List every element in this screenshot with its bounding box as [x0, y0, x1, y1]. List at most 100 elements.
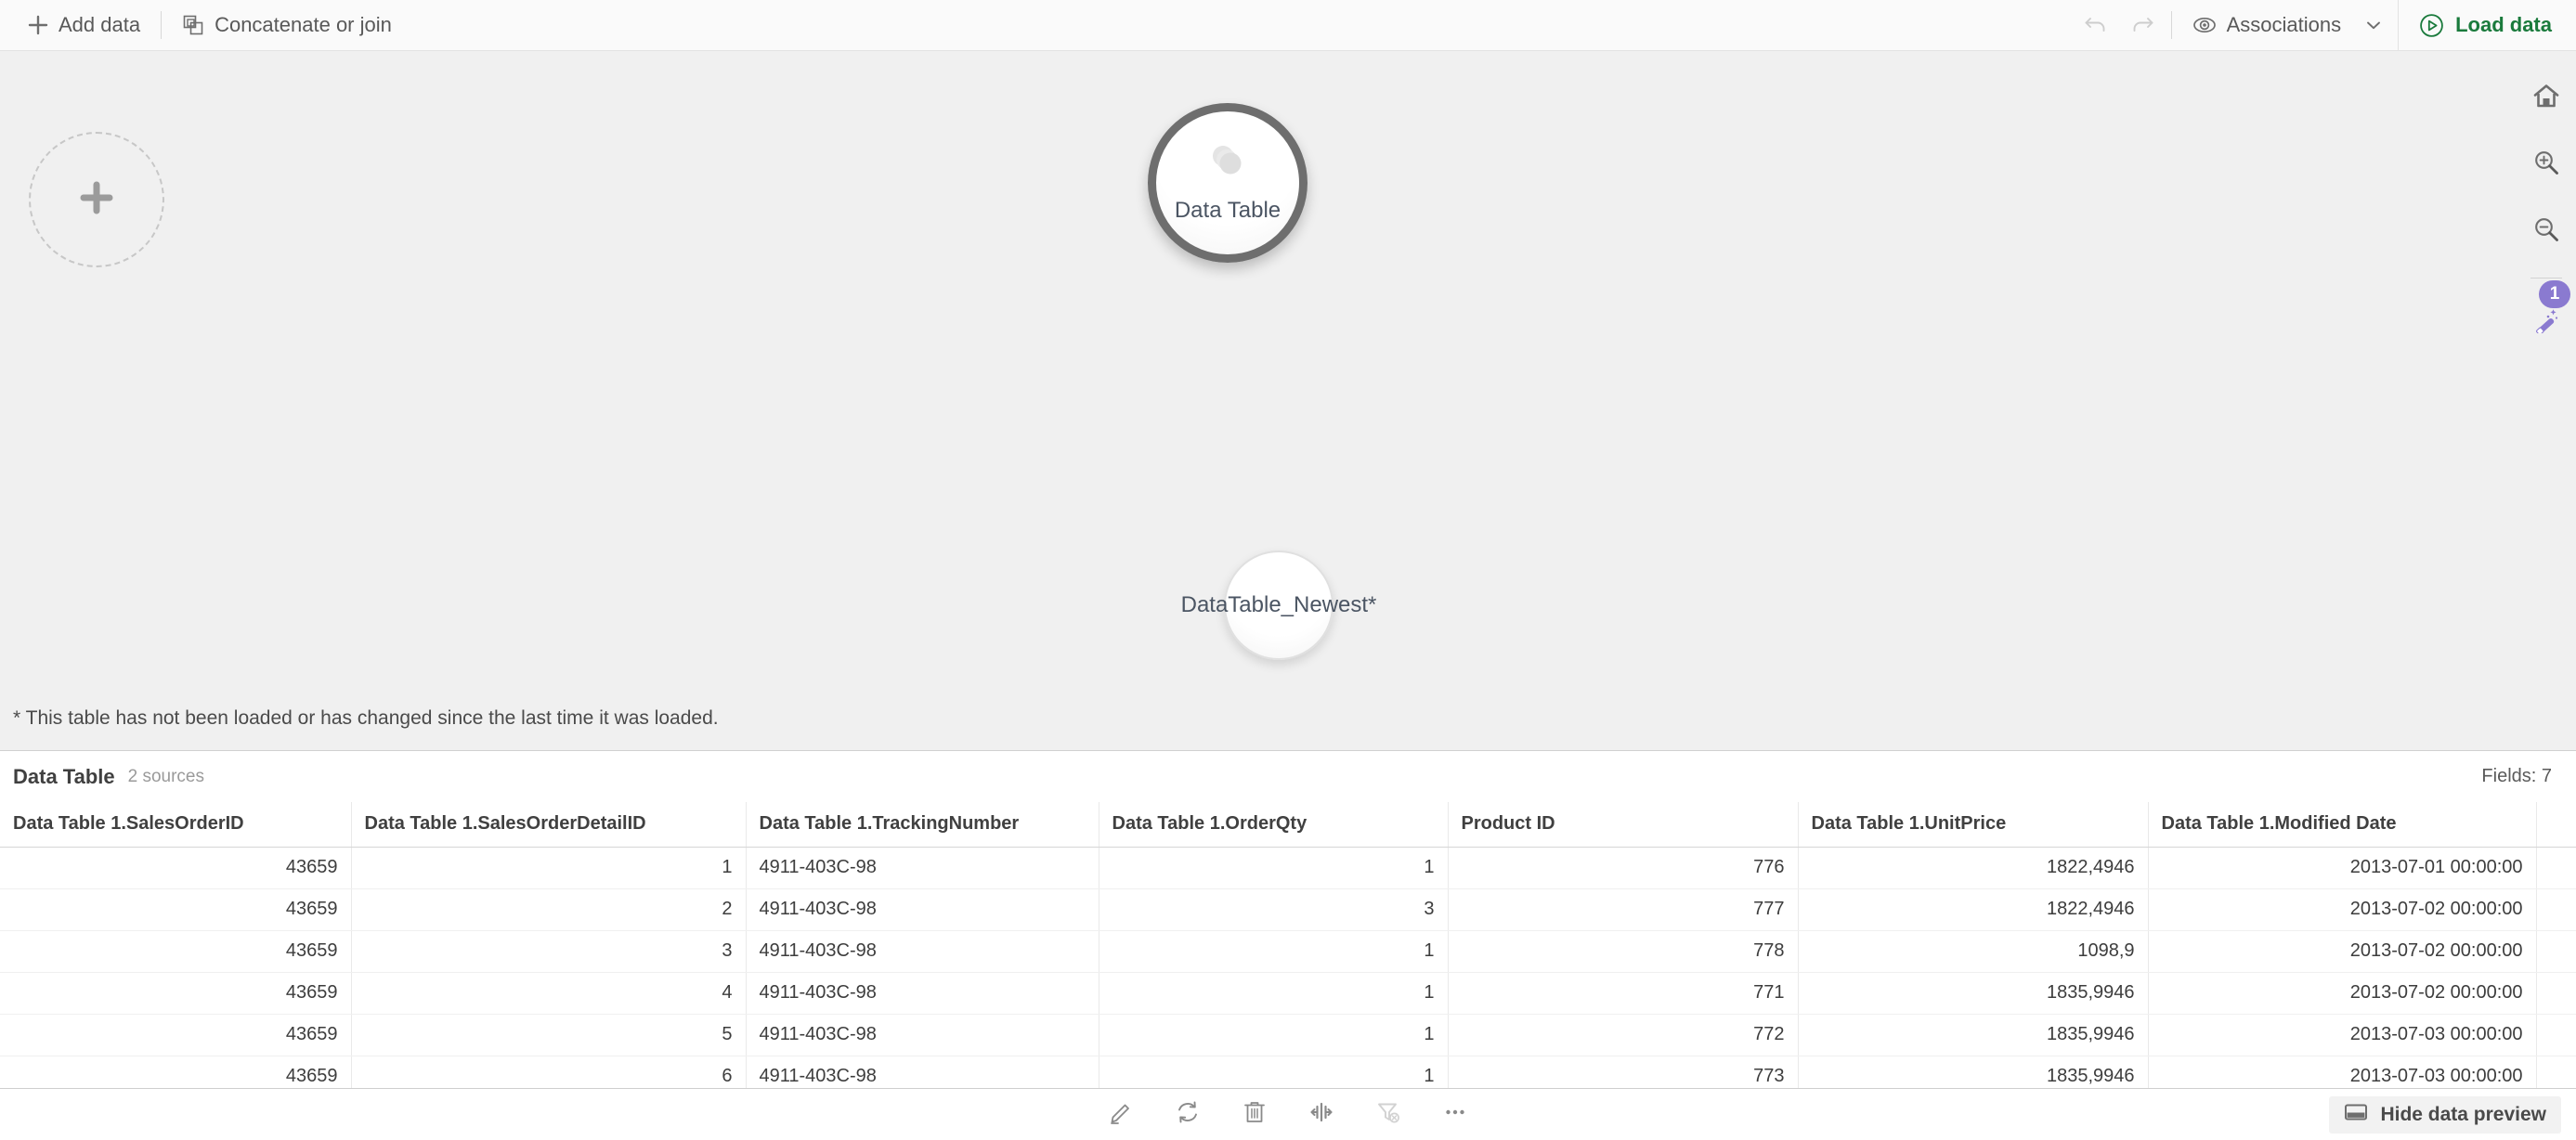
- cell-productid: 776: [1448, 847, 1799, 889]
- cell-orderqty: 1: [1099, 847, 1449, 889]
- cell-salesorderid: 43659: [0, 888, 352, 931]
- cell-modifieddate: 2013-07-02 00:00:00: [2148, 930, 2537, 973]
- delete-button[interactable]: [1233, 1094, 1276, 1136]
- cell-salesorderdetailid: 6: [351, 1056, 747, 1088]
- column-header-salesorderid[interactable]: Data Table 1.SalesOrderID: [0, 802, 352, 848]
- refresh-button[interactable]: [1166, 1094, 1209, 1136]
- cell-productid: 773: [1448, 1056, 1799, 1088]
- cell-trackingnumber: 4911-403C-98: [746, 1056, 1099, 1088]
- plus-icon: [28, 15, 48, 35]
- trash-icon: [1241, 1098, 1268, 1131]
- preview-sources-count: 2 sources: [127, 766, 204, 786]
- cell-empty: [2536, 1056, 2576, 1088]
- zoom-in-icon: [2532, 149, 2560, 181]
- home-button[interactable]: [2524, 75, 2569, 120]
- cell-orderqty: 1: [1099, 930, 1449, 973]
- cell-salesorderid: 43659: [0, 847, 352, 889]
- table-row[interactable]: 43659 5 4911-403C-98 1 772 1835,9946 201…: [0, 1014, 2576, 1056]
- cell-modifieddate: 2013-07-02 00:00:00: [2148, 888, 2537, 931]
- column-header-empty[interactable]: [2536, 802, 2576, 848]
- chevron-down-icon: [2364, 16, 2383, 34]
- cell-salesorderdetailid: 5: [351, 1014, 747, 1056]
- home-icon: [2532, 82, 2560, 114]
- redo-button[interactable]: [2119, 0, 2166, 51]
- table-bubble-data-table[interactable]: Data Table: [1148, 103, 1308, 263]
- table-row[interactable]: 43659 3 4911-403C-98 1 778 1098,9 2013-0…: [0, 930, 2576, 973]
- column-header-trackingnumber[interactable]: Data Table 1.TrackingNumber: [746, 802, 1099, 848]
- toolbar-divider-right: [2170, 11, 2172, 39]
- data-manager-app: Add data Concatenate or join Association…: [0, 0, 2576, 1140]
- cell-productid: 771: [1448, 972, 1799, 1015]
- preview-fields-count: Fields: 7: [2481, 766, 2552, 786]
- clear-filter-icon: [1374, 1098, 1402, 1131]
- cell-unitprice: 1835,9946: [1798, 1014, 2149, 1056]
- zoom-out-icon: [2532, 215, 2560, 248]
- cell-modifieddate: 2013-07-03 00:00:00: [2148, 1056, 2537, 1088]
- resize-columns-button[interactable]: [1300, 1094, 1343, 1136]
- data-preview-header: Data Table 2 sources Fields: 7: [0, 751, 2576, 802]
- bottom-toolbar: Hide data preview: [0, 1088, 2576, 1140]
- cell-trackingnumber: 4911-403C-98: [746, 888, 1099, 931]
- cell-productid: 772: [1448, 1014, 1799, 1056]
- table-row[interactable]: 43659 6 4911-403C-98 1 773 1835,9946 201…: [0, 1056, 2576, 1088]
- rail-divider: [2530, 278, 2562, 279]
- recommendation-count-badge: 1: [2539, 280, 2570, 308]
- more-options-button[interactable]: [1434, 1094, 1477, 1136]
- hide-data-preview-label: Hide data preview: [2380, 1103, 2546, 1125]
- tables-canvas[interactable]: Data Table DataTable_Newest* * This tabl…: [0, 51, 2576, 751]
- cell-unitprice: 1835,9946: [1798, 1056, 2149, 1088]
- zoom-out-button[interactable]: [2524, 209, 2569, 253]
- edit-button[interactable]: [1099, 1094, 1142, 1136]
- cell-orderqty: 1: [1099, 1014, 1449, 1056]
- column-header-productid[interactable]: Product ID: [1448, 802, 1799, 848]
- cell-trackingnumber: 4911-403C-98: [746, 1014, 1099, 1056]
- cell-trackingnumber: 4911-403C-98: [746, 972, 1099, 1015]
- cell-salesorderdetailid: 1: [351, 847, 747, 889]
- cell-salesorderdetailid: 3: [351, 930, 747, 973]
- eye-icon: [2192, 13, 2217, 37]
- add-data-button[interactable]: Add data: [13, 0, 155, 51]
- table-bubble-label: Data Table: [1174, 197, 1281, 223]
- column-header-unitprice[interactable]: Data Table 1.UnitPrice: [1798, 802, 2149, 848]
- data-preview-panel: Data Table 2 sources Fields: 7 Data Tabl…: [0, 751, 2576, 1088]
- data-preview-grid-wrapper[interactable]: Data Table 1.SalesOrderID Data Table 1.S…: [0, 802, 2576, 1088]
- table-body: 43659 1 4911-403C-98 1 776 1822,4946 201…: [0, 847, 2576, 1088]
- table-row[interactable]: 43659 4 4911-403C-98 1 771 1835,9946 201…: [0, 972, 2576, 1015]
- redo-icon: [2129, 10, 2155, 41]
- column-header-orderqty[interactable]: Data Table 1.OrderQty: [1099, 802, 1449, 848]
- hide-data-preview-button[interactable]: Hide data preview: [2329, 1095, 2561, 1134]
- load-data-button[interactable]: Load data: [2398, 0, 2576, 51]
- table-row[interactable]: 43659 2 4911-403C-98 3 777 1822,4946 201…: [0, 888, 2576, 931]
- cell-productid: 778: [1448, 930, 1799, 973]
- zoom-in-button[interactable]: [2524, 142, 2569, 187]
- undo-button[interactable]: [2073, 0, 2119, 51]
- refresh-icon: [1174, 1098, 1202, 1131]
- concatenate-icon: [182, 14, 204, 36]
- toolbar-divider: [161, 11, 163, 39]
- panel-icon: [2344, 1100, 2368, 1130]
- clear-filter-button[interactable]: [1367, 1094, 1410, 1136]
- magic-wand-icon: [2532, 305, 2560, 338]
- column-header-salesorderdetailid[interactable]: Data Table 1.SalesOrderDetailID: [351, 802, 747, 848]
- associations-label: Associations: [2226, 13, 2342, 36]
- table-bubble-label: DataTable_Newest*: [1180, 592, 1377, 617]
- cell-modifieddate: 2013-07-03 00:00:00: [2148, 1014, 2537, 1056]
- pencil-icon: [1107, 1098, 1135, 1131]
- cell-orderqty: 1: [1099, 972, 1449, 1015]
- cell-empty: [2536, 847, 2576, 889]
- associations-button[interactable]: Associations: [2178, 0, 2399, 51]
- cell-empty: [2536, 972, 2576, 1015]
- table-row[interactable]: 43659 1 4911-403C-98 1 776 1822,4946 201…: [0, 847, 2576, 889]
- concatenate-or-join-button[interactable]: Concatenate or join: [167, 0, 407, 51]
- cell-unitprice: 1835,9946: [1798, 972, 2149, 1015]
- canvas-right-rail: 1: [2517, 51, 2576, 750]
- concatenate-or-join-label: Concatenate or join: [215, 13, 392, 36]
- cell-orderqty: 1: [1099, 1056, 1449, 1088]
- table-bubble-datatable-newest[interactable]: DataTable_Newest*: [1181, 551, 1376, 660]
- more-icon: [1441, 1098, 1469, 1131]
- add-table-bubble[interactable]: [29, 132, 164, 267]
- toolbar-right-group: Associations Load data: [2073, 0, 2576, 51]
- column-header-modifieddate[interactable]: Data Table 1.Modified Date: [2148, 802, 2537, 848]
- recommended-associations-button[interactable]: 1: [2524, 280, 2570, 343]
- add-data-label: Add data: [59, 13, 141, 36]
